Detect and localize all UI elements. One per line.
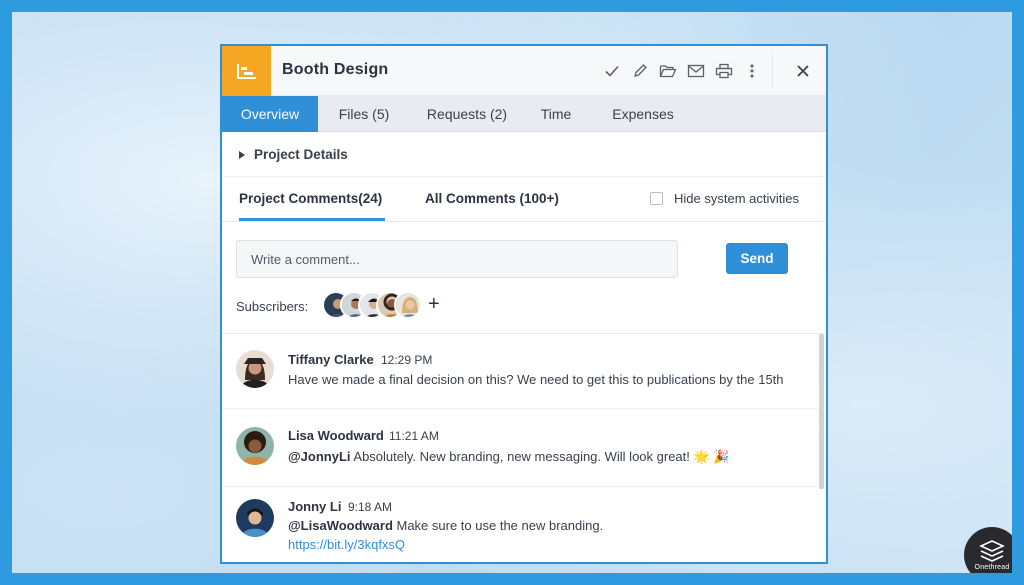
project-details-toggle[interactable]: Project Details xyxy=(222,133,826,177)
comment-feed: Tiffany Clarke 12:29 PM Have we made a f… xyxy=(222,333,826,562)
tab-project-comments[interactable]: Project Comments(24) xyxy=(239,191,382,206)
task-window: Booth Design Overview Files (5) Requests… xyxy=(220,44,828,564)
comment-text: Have we made a final decision on this? W… xyxy=(288,372,784,387)
board-icon xyxy=(222,46,271,96)
more-vertical-icon[interactable] xyxy=(741,60,763,82)
close-icon[interactable] xyxy=(792,60,814,82)
mention[interactable]: @LisaWoodward xyxy=(288,518,393,533)
tab-time[interactable]: Time xyxy=(528,96,584,132)
tab-expenses[interactable]: Expenses xyxy=(594,96,692,132)
brand-logo: Onethread xyxy=(964,527,1012,573)
print-icon[interactable] xyxy=(713,60,735,82)
pencil-icon[interactable] xyxy=(629,60,651,82)
project-details-label: Project Details xyxy=(254,147,348,162)
comment-text: @LisaWoodward Make sure to use the new b… xyxy=(288,518,603,533)
comment-time: 11:21 AM xyxy=(389,429,439,443)
comment-body: Absolutely. New branding, new messaging.… xyxy=(350,449,730,464)
avatar xyxy=(236,427,274,465)
tab-overview[interactable]: Overview xyxy=(222,96,318,132)
comment-body: Make sure to use the new branding. xyxy=(392,518,604,533)
check-icon[interactable] xyxy=(601,60,623,82)
avatar[interactable] xyxy=(394,291,422,319)
avatar xyxy=(236,499,274,537)
mail-icon[interactable] xyxy=(685,60,707,82)
add-subscriber-button[interactable]: + xyxy=(428,292,440,316)
tab-requests[interactable]: Requests (2) xyxy=(412,96,522,132)
feed-scrollbar[interactable] xyxy=(819,334,824,489)
list-item: Lisa Woodward 11:21 AM @JonnyLi Absolute… xyxy=(222,409,818,486)
mention[interactable]: @JonnyLi xyxy=(288,449,351,464)
comment-input[interactable] xyxy=(236,240,678,278)
comment-time: 12:29 PM xyxy=(381,353,433,367)
comment-author[interactable]: Lisa Woodward xyxy=(288,428,384,443)
comment-time: 9:18 AM xyxy=(348,500,393,514)
brand-name: Onethread xyxy=(974,563,1010,571)
tab-files[interactable]: Files (5) xyxy=(322,96,406,132)
comment-text: @JonnyLi Absolutely. New branding, new m… xyxy=(288,449,729,465)
send-button[interactable]: Send xyxy=(726,243,788,274)
caret-right-icon xyxy=(239,151,245,159)
window-title: Booth Design xyxy=(282,61,389,78)
list-item: Tiffany Clarke 12:29 PM Have we made a f… xyxy=(222,334,818,408)
hide-system-checkbox[interactable] xyxy=(650,192,663,205)
folder-open-icon[interactable] xyxy=(657,60,679,82)
list-item: Jonny Li 9:18 AM @LisaWoodward Make sure… xyxy=(222,487,818,562)
header-divider xyxy=(772,54,773,88)
comment-body: Have we made a final decision on this? W… xyxy=(288,372,784,387)
comment-link[interactable]: https://bit.ly/3kqfxsQ xyxy=(288,537,405,552)
window-header: Booth Design xyxy=(222,46,826,96)
hide-system-label: Hide system activities xyxy=(674,191,799,206)
background-canvas: Booth Design Overview Files (5) Requests… xyxy=(12,12,1012,573)
comment-author[interactable]: Tiffany Clarke xyxy=(288,352,374,367)
active-tab-indicator xyxy=(239,218,385,221)
avatar xyxy=(236,350,274,388)
main-tabs: Overview Files (5) Requests (2) Time Exp… xyxy=(222,96,826,132)
comment-author[interactable]: Jonny Li xyxy=(288,499,341,514)
tab-all-comments[interactable]: All Comments (100+) xyxy=(425,191,559,206)
subscribers-label: Subscribers: xyxy=(236,299,309,314)
comment-tabs: Project Comments(24) All Comments (100+)… xyxy=(222,177,826,222)
